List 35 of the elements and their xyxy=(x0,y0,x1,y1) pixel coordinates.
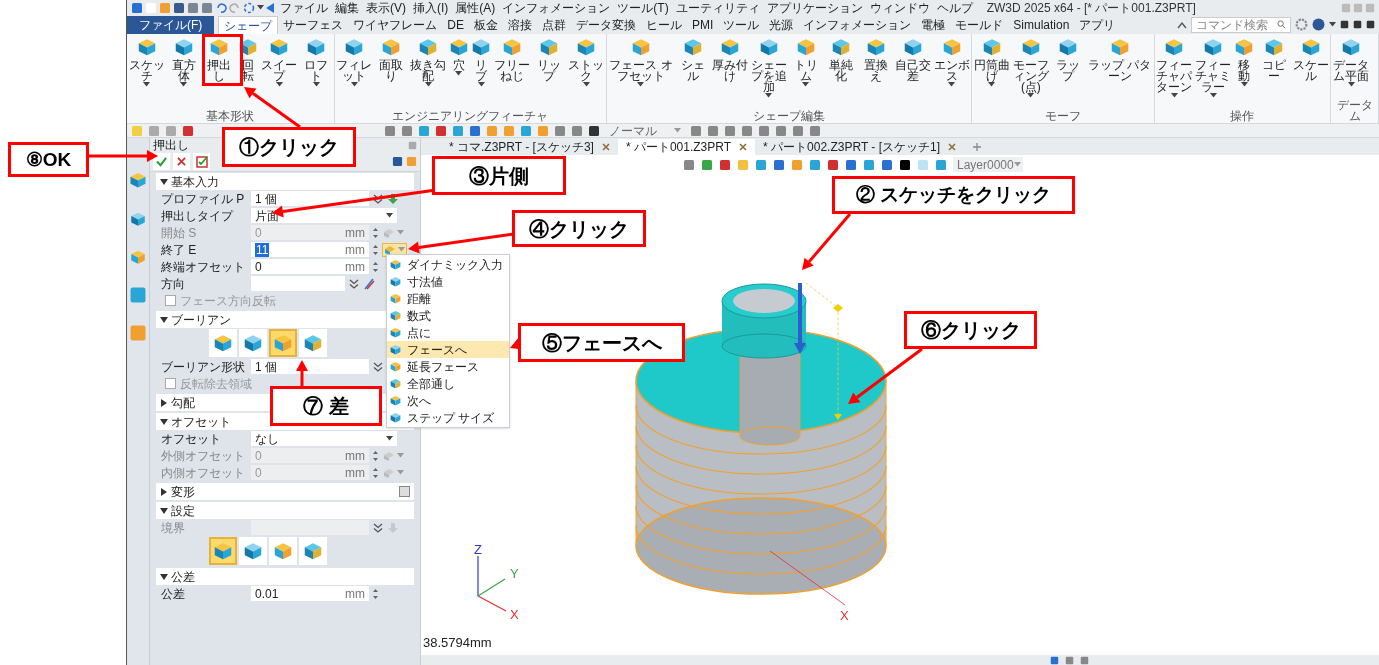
field-label: 内側オフセット xyxy=(161,465,246,480)
callout-tooltip: ⑥クリック xyxy=(904,311,1037,349)
callout-tooltip: ② スケッチをクリック xyxy=(832,176,1075,214)
field-label: 開始 S xyxy=(161,225,198,240)
field-label: 方向 xyxy=(161,276,186,291)
callout-tooltip: ⑦ 差 xyxy=(270,386,382,426)
field-label: オフセット xyxy=(161,431,222,446)
field-label: プロファイル P xyxy=(161,191,246,206)
field-label: 終端オフセット xyxy=(161,259,246,274)
callout-tooltip: ⑧OK xyxy=(8,142,89,177)
ribbon-group-label: シェープ編集 xyxy=(752,111,827,123)
field-label: 外側オフセット xyxy=(161,448,246,463)
panel-title: 押出し xyxy=(153,138,189,152)
ribbon-group-label: データム xyxy=(1335,100,1374,123)
window-title: ZW3D 2025 x64 - [* パート001.Z3PRT] xyxy=(986,0,1196,15)
checkbox-label: フェース方向反転 xyxy=(180,293,276,308)
callout-tooltip: ①クリック xyxy=(222,127,356,167)
ribbon-group-label: エンジニアリングフィーチャ xyxy=(391,111,550,123)
measurement-text: 38.5794mm xyxy=(423,636,492,650)
callout-tooltip: ④クリック xyxy=(512,210,646,247)
field-label: 境界 xyxy=(161,520,186,535)
ribbon-group-label: モーフ xyxy=(1044,111,1083,123)
ribbon-group-label: 基本形状 xyxy=(205,111,256,123)
ribbon-group-label: 操作 xyxy=(1229,111,1256,123)
callout-tooltip: ⑤フェースへ xyxy=(518,323,685,362)
field-label: ブーリアン形状 xyxy=(161,359,246,374)
axis-label: Z xyxy=(474,542,482,557)
callout-tooltip: ③片側 xyxy=(432,156,566,195)
axis-label: X xyxy=(840,608,849,623)
checkbox-label: 反転除去領域 xyxy=(180,376,252,391)
field-label: 終了 E xyxy=(161,242,198,257)
axis-label: X xyxy=(510,607,519,622)
field-label: 公差 xyxy=(161,586,186,601)
field-label: 押出しタイプ xyxy=(161,208,235,223)
axis-label: Y xyxy=(510,566,519,581)
